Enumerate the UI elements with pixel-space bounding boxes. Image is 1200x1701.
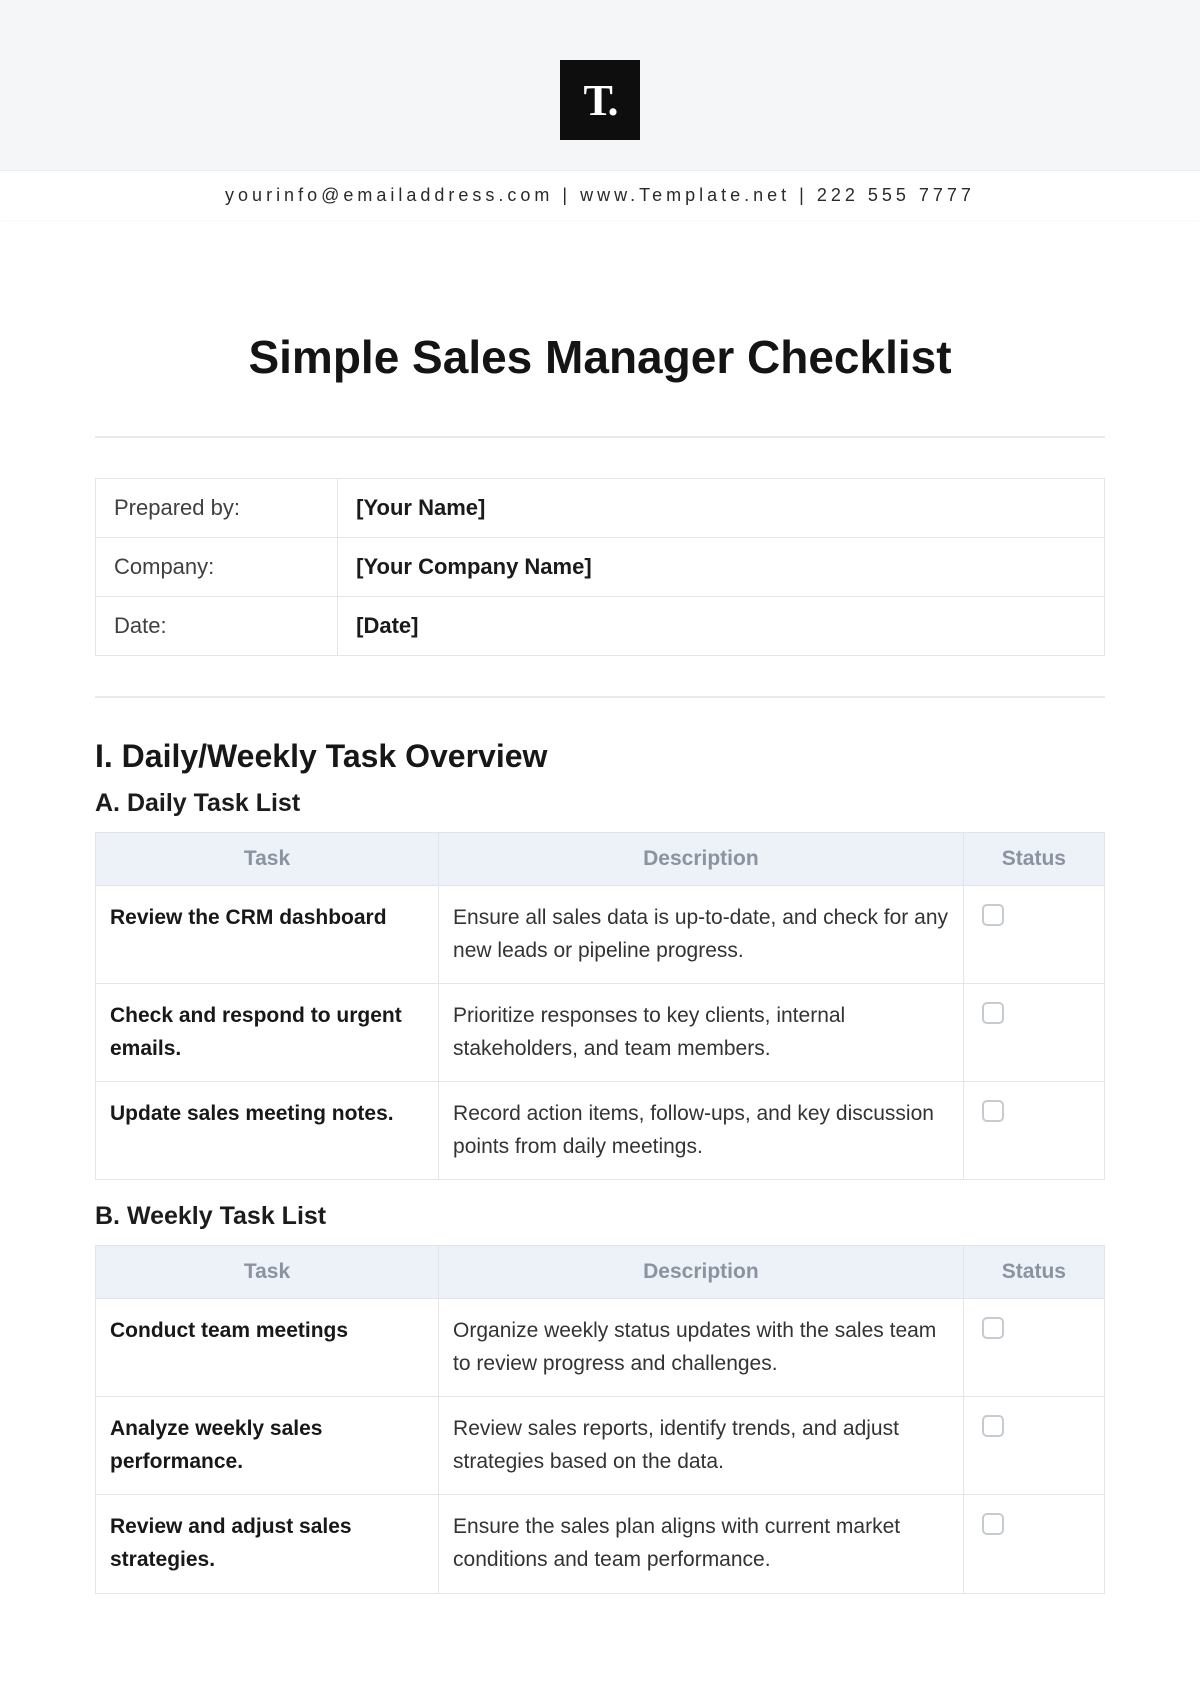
task-desc: Ensure the sales plan aligns with curren… — [439, 1495, 964, 1593]
page-title: Simple Sales Manager Checklist — [95, 330, 1105, 384]
table-row: Review and adjust sales strategies. Ensu… — [96, 1495, 1105, 1593]
table-row: Analyze weekly sales performance. Review… — [96, 1397, 1105, 1495]
meta-row: Prepared by: [Your Name] — [96, 479, 1105, 538]
table-row: Review the CRM dashboard Ensure all sale… — [96, 886, 1105, 984]
meta-table: Prepared by: [Your Name] Company: [Your … — [95, 478, 1105, 656]
table-row: Conduct team meetings Organize weekly st… — [96, 1299, 1105, 1397]
table-row: Check and respond to urgent emails. Prio… — [96, 984, 1105, 1082]
page: T. yourinfo@emailaddress.com | www.Templ… — [0, 0, 1200, 1701]
subsection-heading-daily: A. Daily Task List — [95, 789, 1105, 818]
col-status: Status — [963, 1246, 1104, 1299]
checkbox-icon[interactable] — [982, 1100, 1004, 1122]
divider — [95, 696, 1105, 698]
col-desc: Description — [439, 1246, 964, 1299]
col-status: Status — [963, 833, 1104, 886]
meta-value: [Your Company Name] — [338, 538, 1105, 597]
task-desc: Review sales reports, identify trends, a… — [439, 1397, 964, 1495]
task-status-cell — [963, 886, 1104, 984]
section-heading: I. Daily/Weekly Task Overview — [95, 738, 1105, 775]
task-desc: Record action items, follow-ups, and key… — [439, 1082, 964, 1180]
task-name: Check and respond to urgent emails. — [96, 984, 439, 1082]
checkbox-icon[interactable] — [982, 1415, 1004, 1437]
weekly-task-table: Task Description Status Conduct team mee… — [95, 1245, 1105, 1593]
task-status-cell — [963, 1397, 1104, 1495]
logo-wrap: T. — [0, 60, 1200, 170]
brand-logo: T. — [560, 60, 640, 140]
meta-value: [Date] — [338, 597, 1105, 656]
col-desc: Description — [439, 833, 964, 886]
checkbox-icon[interactable] — [982, 1513, 1004, 1535]
task-name: Analyze weekly sales performance. — [96, 1397, 439, 1495]
checkbox-icon[interactable] — [982, 1317, 1004, 1339]
subsection-heading-weekly: B. Weekly Task List — [95, 1202, 1105, 1231]
meta-label: Company: — [96, 538, 338, 597]
meta-value: [Your Name] — [338, 479, 1105, 538]
contact-bar: yourinfo@emailaddress.com | www.Template… — [0, 170, 1200, 220]
meta-row: Date: [Date] — [96, 597, 1105, 656]
meta-row: Company: [Your Company Name] — [96, 538, 1105, 597]
task-desc: Organize weekly status updates with the … — [439, 1299, 964, 1397]
task-desc: Ensure all sales data is up-to-date, and… — [439, 886, 964, 984]
task-name: Review the CRM dashboard — [96, 886, 439, 984]
task-name: Conduct team meetings — [96, 1299, 439, 1397]
task-name: Review and adjust sales strategies. — [96, 1495, 439, 1593]
table-row: Update sales meeting notes. Record actio… — [96, 1082, 1105, 1180]
task-status-cell — [963, 1082, 1104, 1180]
daily-task-table: Task Description Status Review the CRM d… — [95, 832, 1105, 1180]
task-desc: Prioritize responses to key clients, int… — [439, 984, 964, 1082]
col-task: Task — [96, 1246, 439, 1299]
task-status-cell — [963, 1299, 1104, 1397]
meta-label: Prepared by: — [96, 479, 338, 538]
meta-label: Date: — [96, 597, 338, 656]
document-content: Simple Sales Manager Checklist Prepared … — [0, 220, 1200, 1656]
task-status-cell — [963, 1495, 1104, 1593]
checkbox-icon[interactable] — [982, 904, 1004, 926]
table-header-row: Task Description Status — [96, 1246, 1105, 1299]
col-task: Task — [96, 833, 439, 886]
table-header-row: Task Description Status — [96, 833, 1105, 886]
checkbox-icon[interactable] — [982, 1002, 1004, 1024]
header-band: T. yourinfo@emailaddress.com | www.Templ… — [0, 0, 1200, 220]
task-status-cell — [963, 984, 1104, 1082]
divider — [95, 436, 1105, 438]
task-name: Update sales meeting notes. — [96, 1082, 439, 1180]
